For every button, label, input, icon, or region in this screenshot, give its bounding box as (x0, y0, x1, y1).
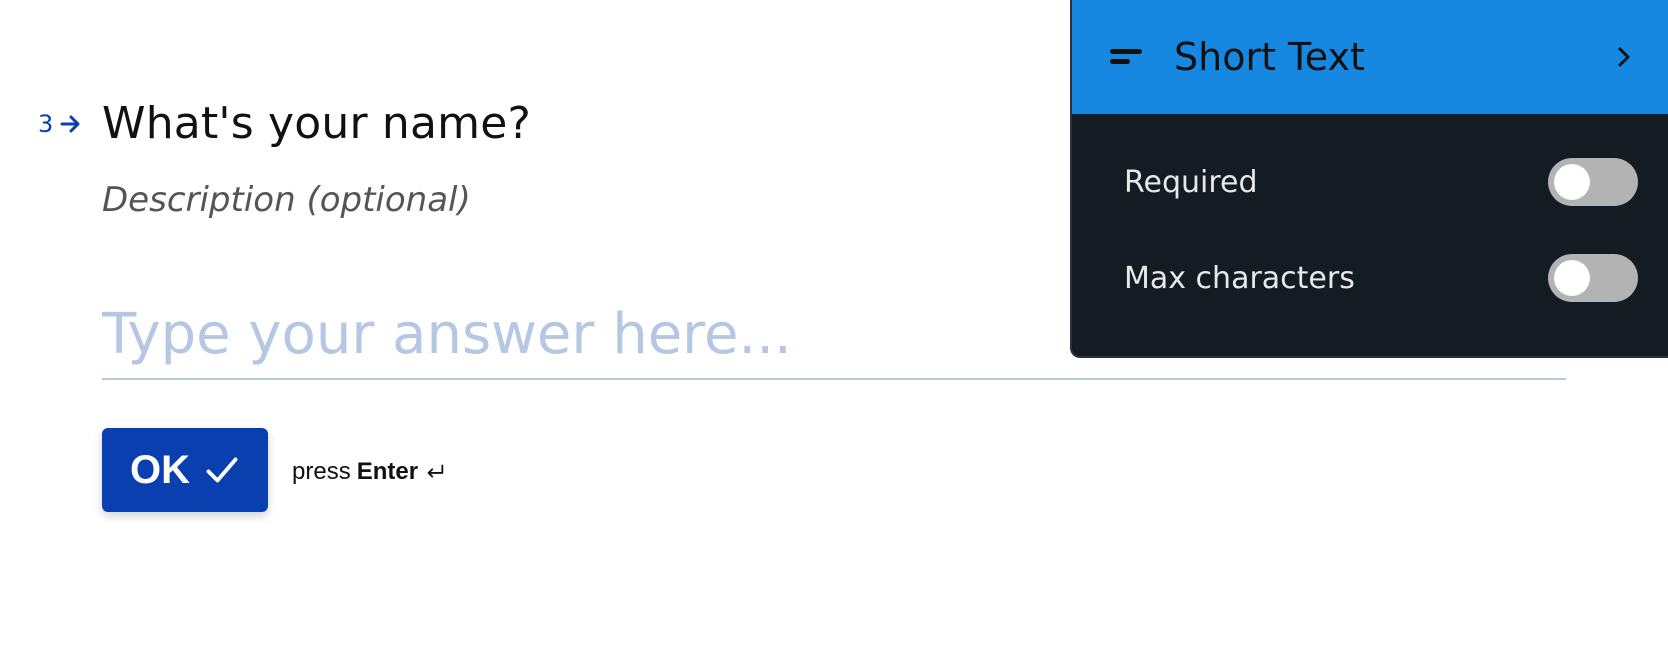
arrow-right-icon (60, 115, 80, 133)
ok-button-label: OK (130, 447, 190, 492)
question-number: 3 (38, 110, 83, 138)
press-hint-prefix: press (292, 458, 351, 485)
required-toggle[interactable] (1548, 158, 1638, 206)
question-number-label: 3 (38, 110, 54, 138)
chevron-right-icon (1618, 47, 1630, 67)
check-icon (206, 457, 238, 483)
max-characters-toggle[interactable] (1548, 254, 1638, 302)
press-hint-key: Enter (356, 458, 419, 485)
question-description[interactable]: Description (optional) (102, 180, 471, 220)
setting-max-characters: Max characters (1124, 254, 1638, 302)
toggle-knob (1554, 164, 1590, 200)
question-type-label: Short Text (1174, 35, 1365, 79)
question-title[interactable]: What's your name? (102, 98, 531, 149)
press-enter-hint: press Enter (292, 458, 446, 486)
setting-max-characters-label: Max characters (1124, 260, 1355, 296)
setting-required: Required (1124, 158, 1638, 206)
setting-required-label: Required (1124, 164, 1258, 200)
question-settings-panel: Short Text Required Max characters (1070, 0, 1668, 358)
enter-return-icon (427, 464, 444, 478)
toggle-knob (1554, 260, 1590, 296)
ok-button[interactable]: OK (102, 428, 268, 512)
short-text-icon (1110, 49, 1142, 64)
form-builder-page: 3 What's your name? Description (optiona… (0, 0, 1668, 670)
question-type-selector[interactable]: Short Text (1072, 0, 1668, 114)
